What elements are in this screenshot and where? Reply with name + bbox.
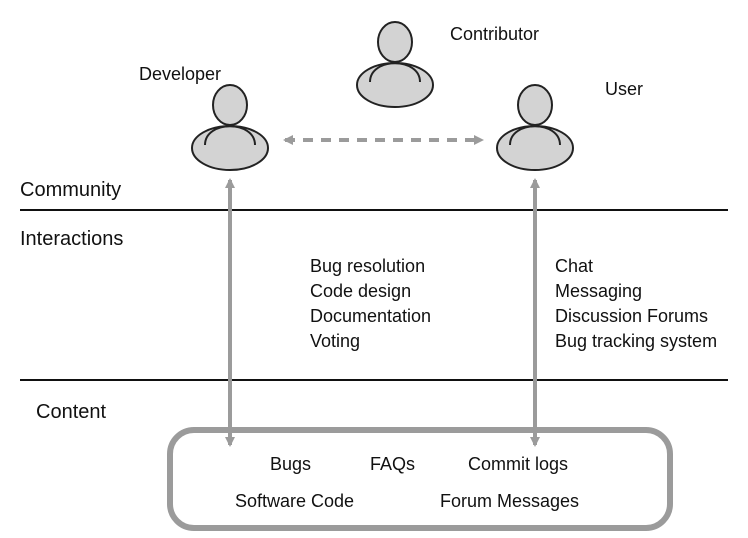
content-top-0: Bugs [270, 454, 311, 474]
interactions-right-1: Messaging [555, 281, 642, 301]
content-box [170, 430, 670, 528]
interactions-right-2: Discussion Forums [555, 306, 708, 326]
interactions-left-1: Code design [310, 281, 411, 301]
interactions-left-list: Bug resolution Code design Documentation… [310, 256, 431, 351]
user-label: User [605, 79, 643, 99]
interactions-right-3: Bug tracking system [555, 331, 717, 351]
content-bottom-row: Software Code Forum Messages [235, 491, 579, 511]
content-top-1: FAQs [370, 454, 415, 474]
content-bottom-1: Forum Messages [440, 491, 579, 511]
content-bottom-0: Software Code [235, 491, 354, 511]
content-label: Content [36, 401, 106, 423]
content-top-row: Bugs FAQs Commit logs [270, 454, 568, 474]
interactions-left-3: Voting [310, 331, 360, 351]
developer-label: Developer [139, 64, 221, 84]
community-label: Community [20, 179, 121, 201]
contributor-label: Contributor [450, 24, 539, 44]
contributor-icon [357, 22, 433, 107]
interactions-label: Interactions [20, 228, 123, 250]
diagram-canvas: Community Interactions Content Developer… [0, 0, 748, 538]
interactions-right-0: Chat [555, 256, 593, 276]
content-top-2: Commit logs [468, 454, 568, 474]
developer-icon [192, 85, 268, 170]
interactions-left-0: Bug resolution [310, 256, 425, 276]
interactions-left-2: Documentation [310, 306, 431, 326]
user-icon [497, 85, 573, 170]
interactions-right-list: Chat Messaging Discussion Forums Bug tra… [555, 256, 717, 351]
